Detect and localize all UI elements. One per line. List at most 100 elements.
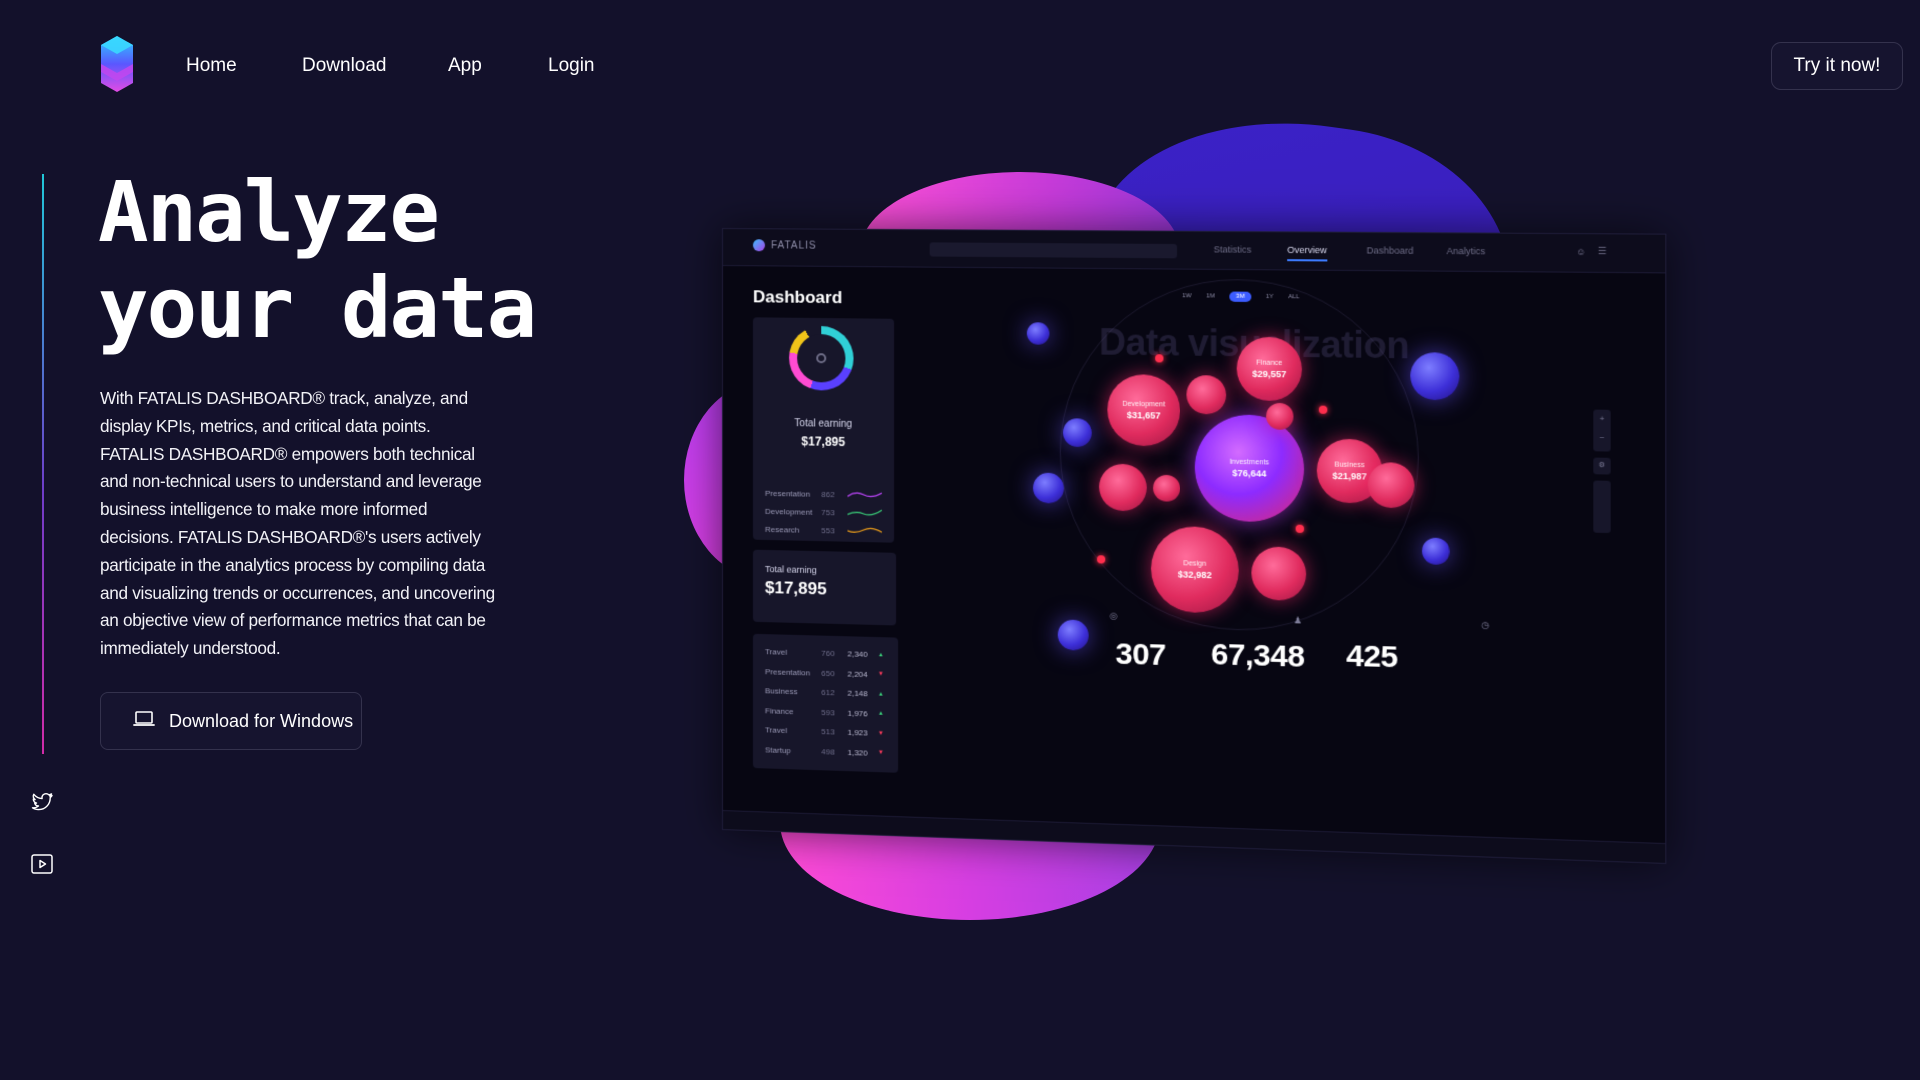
bubble-label: Design [1183, 559, 1207, 568]
category-table: Travel 760 2,340 ▲ Presentation 650 2,20… [765, 642, 888, 763]
earning-card-compact-label: Total earning [764, 563, 817, 576]
sparkline [847, 490, 881, 499]
table-cell-label: Finance [764, 706, 794, 716]
twitter-icon[interactable] [30, 790, 54, 814]
table-cell-a: 650 [821, 668, 835, 678]
stat-block: 67,348 [1195, 637, 1321, 675]
play-icon[interactable] [30, 852, 54, 876]
bubble-satellite [1410, 352, 1460, 401]
earning-row: Presentation 862 [765, 484, 886, 504]
bubble-label: Business [1334, 460, 1365, 469]
hero-description: With FATALIS DASHBOARD® track, analyze, … [100, 388, 495, 659]
hero-title-line-2: your data [98, 259, 537, 357]
dashboard-brand: FATALIS [752, 239, 817, 252]
trend-up-icon: ▲ [877, 691, 884, 698]
trend-down-icon: ▼ [877, 750, 884, 757]
table-cell-b: 1,320 [847, 747, 868, 758]
bubble-small [1251, 546, 1307, 601]
table-cell-a: 498 [821, 746, 835, 757]
data-point-dot [1318, 405, 1328, 414]
bubble-value: $31,657 [1126, 409, 1161, 421]
table-cell-a: 593 [821, 707, 835, 718]
table-cell-a: 513 [821, 727, 835, 737]
bubble-satellite [1057, 619, 1089, 651]
bubble-value: $32,982 [1177, 568, 1212, 580]
bubble-satellite [1033, 472, 1064, 504]
earning-row-label: Development [764, 506, 813, 517]
bubble-investments: Investments $76,644 [1194, 414, 1305, 523]
bubble-small [1367, 462, 1415, 509]
laptop-icon [133, 710, 155, 733]
dashboard-tab-overview: Overview [1287, 244, 1327, 262]
sparkline [847, 508, 881, 517]
earning-row-value: 862 [821, 489, 835, 499]
decorative-gradient-line [42, 174, 44, 754]
person-icon: ♟ [1293, 615, 1302, 626]
category-table-card: Travel 760 2,340 ▲ Presentation 650 2,20… [752, 633, 899, 773]
bubble-satellite [1421, 537, 1450, 566]
bubble-value: $29,557 [1252, 368, 1287, 379]
dashboard-search-input [929, 242, 1178, 259]
table-cell-b: 2,340 [847, 649, 868, 660]
stat-value: 307 [1115, 637, 1166, 673]
stat-value: 67,348 [1211, 637, 1305, 674]
table-row: Startup 498 1,320 ▼ [765, 740, 888, 764]
stat-value: 425 [1346, 639, 1398, 675]
bubble-satellite [1026, 322, 1050, 345]
nav-login-link[interactable]: Login [548, 55, 595, 77]
download-button-label: Download for Windows [169, 710, 354, 731]
settings-icon: ⚙ [1593, 457, 1611, 475]
table-cell-label: Travel [764, 725, 787, 736]
table-cell-label: Travel [764, 647, 787, 658]
bubble-design: Design $32,982 [1150, 525, 1239, 614]
dashboard-heading: Dashboard [752, 287, 843, 308]
table-cell-a: 760 [821, 648, 835, 659]
bubble-small [1099, 463, 1147, 512]
earning-row-label: Presentation [764, 488, 811, 499]
hero-title-line-1: Analyze [98, 163, 440, 261]
zoom-controls: + − [1593, 409, 1611, 452]
table-cell-b: 1,923 [847, 728, 868, 738]
earning-row-label: Research [764, 524, 800, 535]
zoom-in-icon: + [1599, 413, 1605, 424]
table-cell-b: 2,204 [847, 669, 868, 679]
bubble-label: Development [1122, 400, 1166, 408]
bubble-development: Development $31,657 [1107, 374, 1181, 447]
bubble-finance: Finance $29,557 [1236, 336, 1302, 402]
target-icon: ◎ [1109, 610, 1118, 621]
earning-card-value: $17,895 [801, 434, 846, 450]
nav-app-link[interactable]: App [448, 55, 482, 77]
data-point-dot [1295, 524, 1305, 533]
bubble-small [1186, 375, 1227, 415]
table-cell-label: Startup [764, 745, 791, 755]
earning-card-compact: Total earning $17,895 [752, 549, 897, 626]
dashboard-preview-window: FATALIS Statistics Overview Dashboard An… [722, 228, 1667, 865]
brand-logo-icon[interactable] [98, 34, 136, 94]
dashboard-tab-analytics: Analytics [1446, 245, 1486, 257]
zoom-out-icon: − [1599, 432, 1605, 443]
trend-down-icon: ▼ [877, 671, 884, 678]
tool-strip [1593, 480, 1611, 534]
user-icon: ☺ [1575, 246, 1586, 258]
bubble-small [1266, 402, 1294, 430]
menu-icon: ☰ [1597, 245, 1607, 257]
try-it-now-button[interactable]: Try it now! [1771, 42, 1903, 90]
data-point-dot [1096, 555, 1106, 564]
table-cell-label: Business [764, 686, 798, 697]
download-for-windows-button[interactable]: Download for Windows [100, 692, 362, 750]
stat-block: 425 [1329, 639, 1414, 676]
dashboard-topbar: FATALIS Statistics Overview Dashboard An… [722, 229, 1666, 274]
stat-block: 307 [1099, 637, 1182, 674]
earning-card-compact-value: $17,895 [764, 578, 827, 599]
nav-download-link[interactable]: Download [302, 55, 387, 77]
dashboard-tab-dashboard: Dashboard [1366, 245, 1414, 256]
bubble-label: Investments [1229, 458, 1270, 467]
earning-card-rows: Presentation 862 Development 753 Researc… [765, 484, 886, 541]
ring-inner [797, 333, 846, 383]
data-point-dot [1155, 354, 1164, 363]
bubble-small [1153, 474, 1181, 502]
nav-home-link[interactable]: Home [186, 55, 237, 77]
table-cell-b: 1,976 [847, 708, 868, 719]
earning-card-label: Total earning [794, 418, 853, 431]
ring-center-icon [816, 353, 827, 364]
